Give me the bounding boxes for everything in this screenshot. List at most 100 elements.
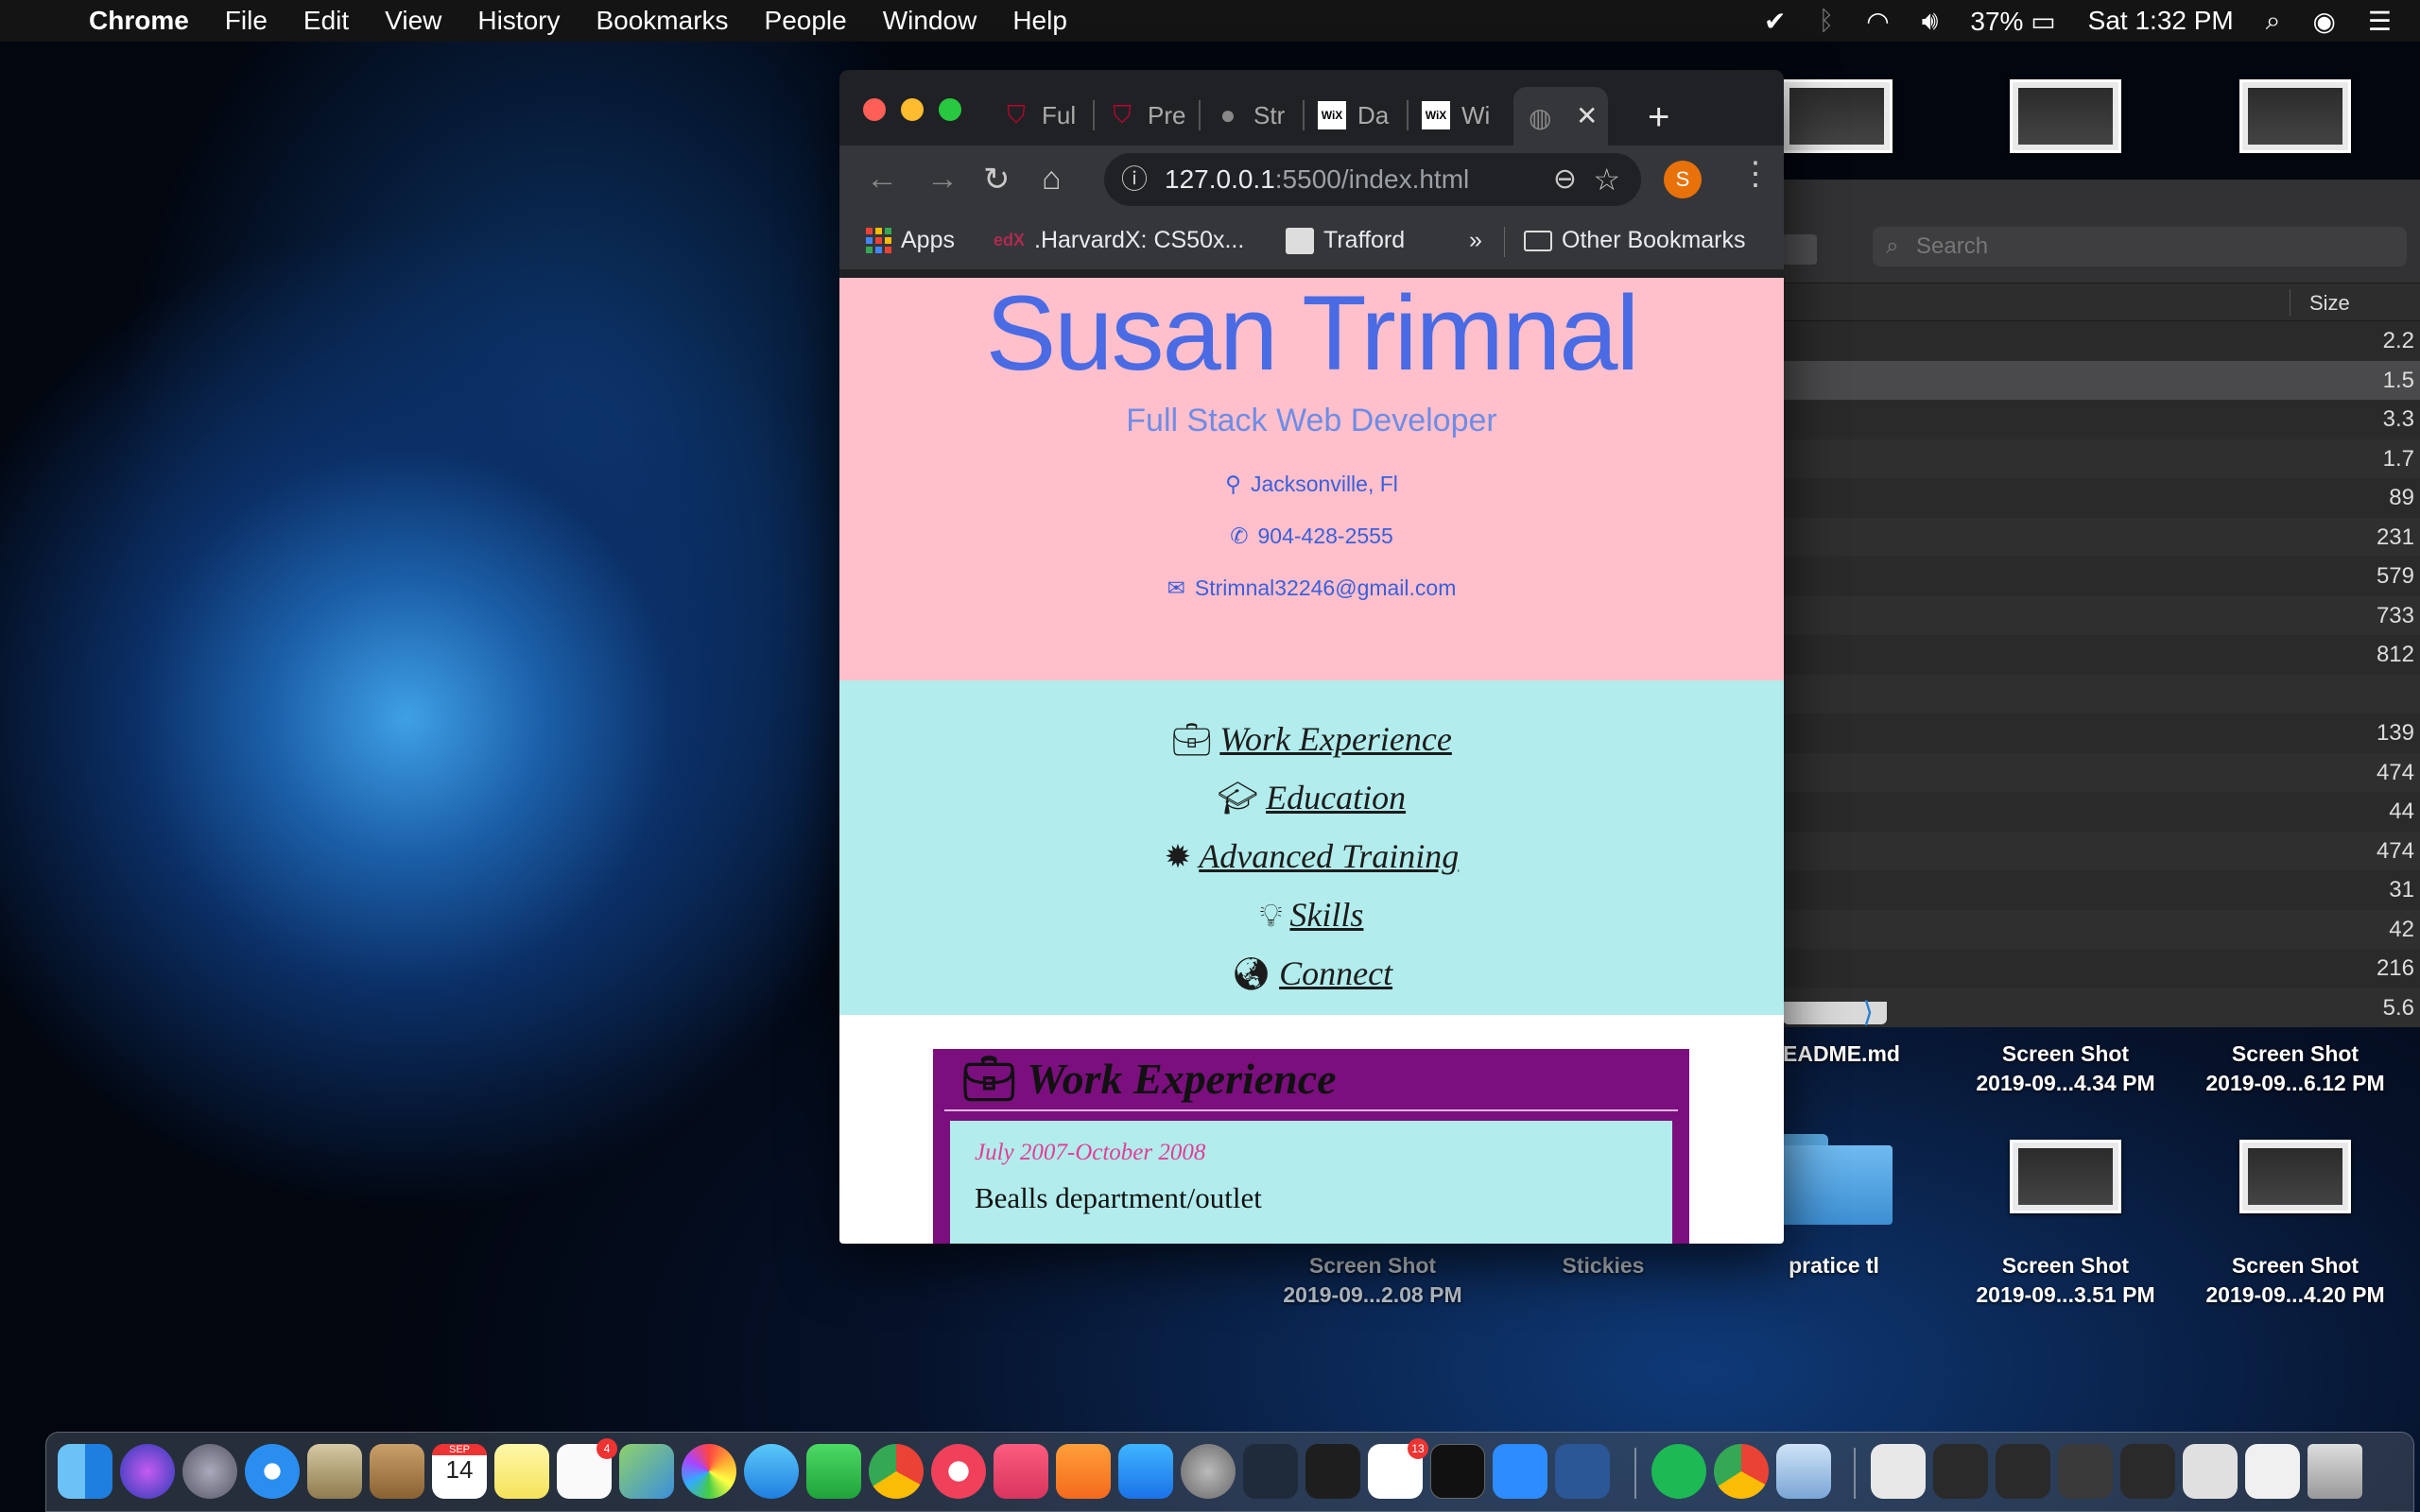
file-row[interactable]: 733 [1783, 595, 2420, 635]
word-icon[interactable] [1555, 1444, 1610, 1499]
minimized-window-thumbnail[interactable] [2183, 1444, 2238, 1499]
preview-icon[interactable] [1776, 1444, 1831, 1499]
minimized-window-thumbnail[interactable] [1996, 1444, 2050, 1499]
file-row[interactable]: 231 [1783, 517, 2420, 557]
desktop-item-screenshot[interactable]: Screen Shot 2019-09...4.20 PM [2191, 1251, 2399, 1310]
file-row[interactable]: 31 [1783, 870, 2420, 910]
minimized-window-thumbnail[interactable] [2120, 1444, 2175, 1499]
bookmark-harvardx[interactable]: edX .HarvardX: CS50x... [994, 227, 1244, 254]
minimized-window-thumbnail[interactable] [2058, 1444, 2113, 1499]
nav-connect[interactable]: 🌏︎ Connect [839, 945, 1784, 1004]
minimized-window-thumbnail[interactable] [1933, 1444, 1988, 1499]
bookmark-trafford[interactable]: Trafford [1286, 227, 1405, 254]
books-icon[interactable] [1056, 1444, 1111, 1499]
desktop-screenshot-thumbnail[interactable] [2239, 79, 2351, 153]
file-row[interactable]: 812 [1783, 635, 2420, 675]
app-store-icon[interactable] [1118, 1444, 1173, 1499]
bookmark-overflow-button[interactable]: » [1469, 227, 1482, 254]
file-row-selected[interactable]: 1.5 [1783, 360, 2420, 400]
mail-stamp-icon[interactable] [307, 1444, 362, 1499]
system-preferences-icon[interactable] [1181, 1444, 1236, 1499]
address-bar[interactable]: ⓘ 127.0.0.1:5500/index.html ⊖ ☆ [1104, 153, 1641, 206]
menu-view[interactable]: View [385, 6, 441, 36]
minimized-window-thumbnail[interactable] [1871, 1444, 1926, 1499]
menu-help[interactable]: Help [1012, 6, 1067, 36]
battery-status[interactable]: 37% ▭ [1970, 6, 2055, 37]
profile-avatar[interactable]: S [1664, 161, 1702, 198]
clock[interactable]: Sat 1:32 PM [2088, 6, 2234, 36]
desktop-item-folder[interactable]: pratice tl [1730, 1251, 1938, 1280]
tab-1[interactable]: ⛉ Ful [1002, 91, 1076, 140]
menu-file[interactable]: File [225, 6, 268, 36]
desktop-item-stickies[interactable]: Stickies [1499, 1251, 1707, 1280]
file-row[interactable]: 216 [1783, 949, 2420, 988]
file-row[interactable]: 89 [1783, 478, 2420, 518]
menu-window[interactable]: Window [883, 6, 977, 36]
file-row[interactable]: 44 [1783, 792, 2420, 832]
notification-center-icon[interactable]: ☰ [2368, 6, 2392, 37]
terminal-icon[interactable] [1430, 1444, 1485, 1499]
contacts-icon[interactable] [370, 1444, 424, 1499]
volume-icon[interactable]: 🔊︎ [1922, 6, 1939, 37]
wifi-icon[interactable]: ◠ [1866, 6, 1889, 37]
nav-education[interactable]: 🎓︎ Education [839, 769, 1784, 828]
file-row[interactable]: 579 [1783, 557, 2420, 596]
tab-5[interactable]: WiX Wi [1422, 91, 1490, 140]
folder-icon[interactable] [1779, 1134, 1893, 1225]
minimized-window-thumbnail[interactable] [2245, 1444, 2300, 1499]
home-icon[interactable]: ⌂ [1042, 161, 1062, 198]
desktop-item-screenshot[interactable]: Screen Shot 2019-09...6.12 PM [2191, 1040, 2399, 1098]
bookmark-other-folder[interactable]: Other Bookmarks [1524, 227, 1746, 254]
nav-work-experience[interactable]: 💼︎ Work Experience [839, 711, 1784, 769]
close-tab-icon[interactable]: ✕ [1576, 100, 1598, 131]
messages-icon[interactable] [744, 1444, 799, 1499]
spotify-icon[interactable] [1651, 1444, 1706, 1499]
finder-icon[interactable] [58, 1444, 112, 1499]
menu-app-name[interactable]: Chrome [89, 6, 189, 36]
finder-search-field[interactable]: ⌕ Search [1873, 227, 2407, 266]
desktop-item-screenshot[interactable]: Screen Shot 2019-09...4.34 PM [1962, 1040, 2169, 1098]
checkmark-status-icon[interactable]: ✔ [1764, 6, 1786, 37]
zoom-icon[interactable]: ⊖ [1553, 153, 1577, 206]
view-toggle-button[interactable] [1783, 234, 1817, 265]
chrome-icon[interactable] [1714, 1444, 1769, 1499]
notes-icon[interactable] [494, 1444, 549, 1499]
size-column-header[interactable]: Size [2309, 291, 2350, 316]
menu-edit[interactable]: Edit [303, 6, 349, 36]
file-row[interactable]: 139 [1783, 713, 2420, 753]
vscode-icon[interactable] [1305, 1444, 1360, 1499]
atom-icon[interactable] [1243, 1444, 1298, 1499]
calendar-icon[interactable]: SEP 14 [432, 1444, 487, 1499]
zoom-icon[interactable] [1493, 1444, 1547, 1499]
desktop-item-screenshot[interactable]: Screen Shot 2019-09...3.51 PM [1962, 1251, 2169, 1310]
bookmark-apps[interactable]: Apps [866, 227, 955, 254]
menu-history[interactable]: History [477, 6, 560, 36]
nav-advanced-training[interactable]: ✹ Advanced Training [839, 828, 1784, 886]
desktop-item-screenshot[interactable]: Screen Shot 2019-09...2.08 PM [1269, 1251, 1477, 1310]
desktop-screenshot-thumbnail[interactable] [2010, 79, 2121, 153]
slack-icon[interactable]: 13 [1368, 1438, 1428, 1499]
zoom-window-button[interactable] [939, 98, 961, 121]
siri-icon[interactable] [120, 1444, 175, 1499]
desktop-screenshot-thumbnail[interactable] [1781, 79, 1893, 153]
file-row[interactable]: 2.2 [1783, 321, 2420, 361]
tab-2[interactable]: ⛉ Pre [1108, 91, 1185, 140]
chrome-menu-icon[interactable]: ⋮ [1739, 155, 1772, 193]
nav-skills[interactable]: 💡︎ Skills [839, 886, 1784, 945]
tab-active[interactable]: ◍ ✕ [1513, 87, 1608, 146]
tab-4[interactable]: WiX Da [1318, 91, 1389, 140]
maps-icon[interactable] [619, 1444, 674, 1499]
desktop-screenshot-thumbnail[interactable] [2239, 1140, 2351, 1213]
file-row[interactable]: 474 [1783, 752, 2420, 792]
forward-icon[interactable]: → [926, 161, 959, 198]
menu-bookmarks[interactable]: Bookmarks [596, 6, 728, 36]
new-tab-button[interactable]: + [1648, 96, 1669, 139]
bookmark-star-icon[interactable]: ☆ [1593, 153, 1620, 206]
reload-icon[interactable]: ↻ [983, 161, 1011, 198]
siri-icon[interactable]: ◉ [2312, 6, 2335, 37]
photos-icon[interactable] [682, 1444, 736, 1499]
readme-file-icon[interactable]: ⟩ [1783, 997, 1887, 1028]
desktop-screenshot-thumbnail[interactable] [2010, 1140, 2121, 1213]
reminders-icon[interactable]: 4 [557, 1438, 617, 1499]
trash-icon[interactable] [2308, 1444, 2362, 1499]
